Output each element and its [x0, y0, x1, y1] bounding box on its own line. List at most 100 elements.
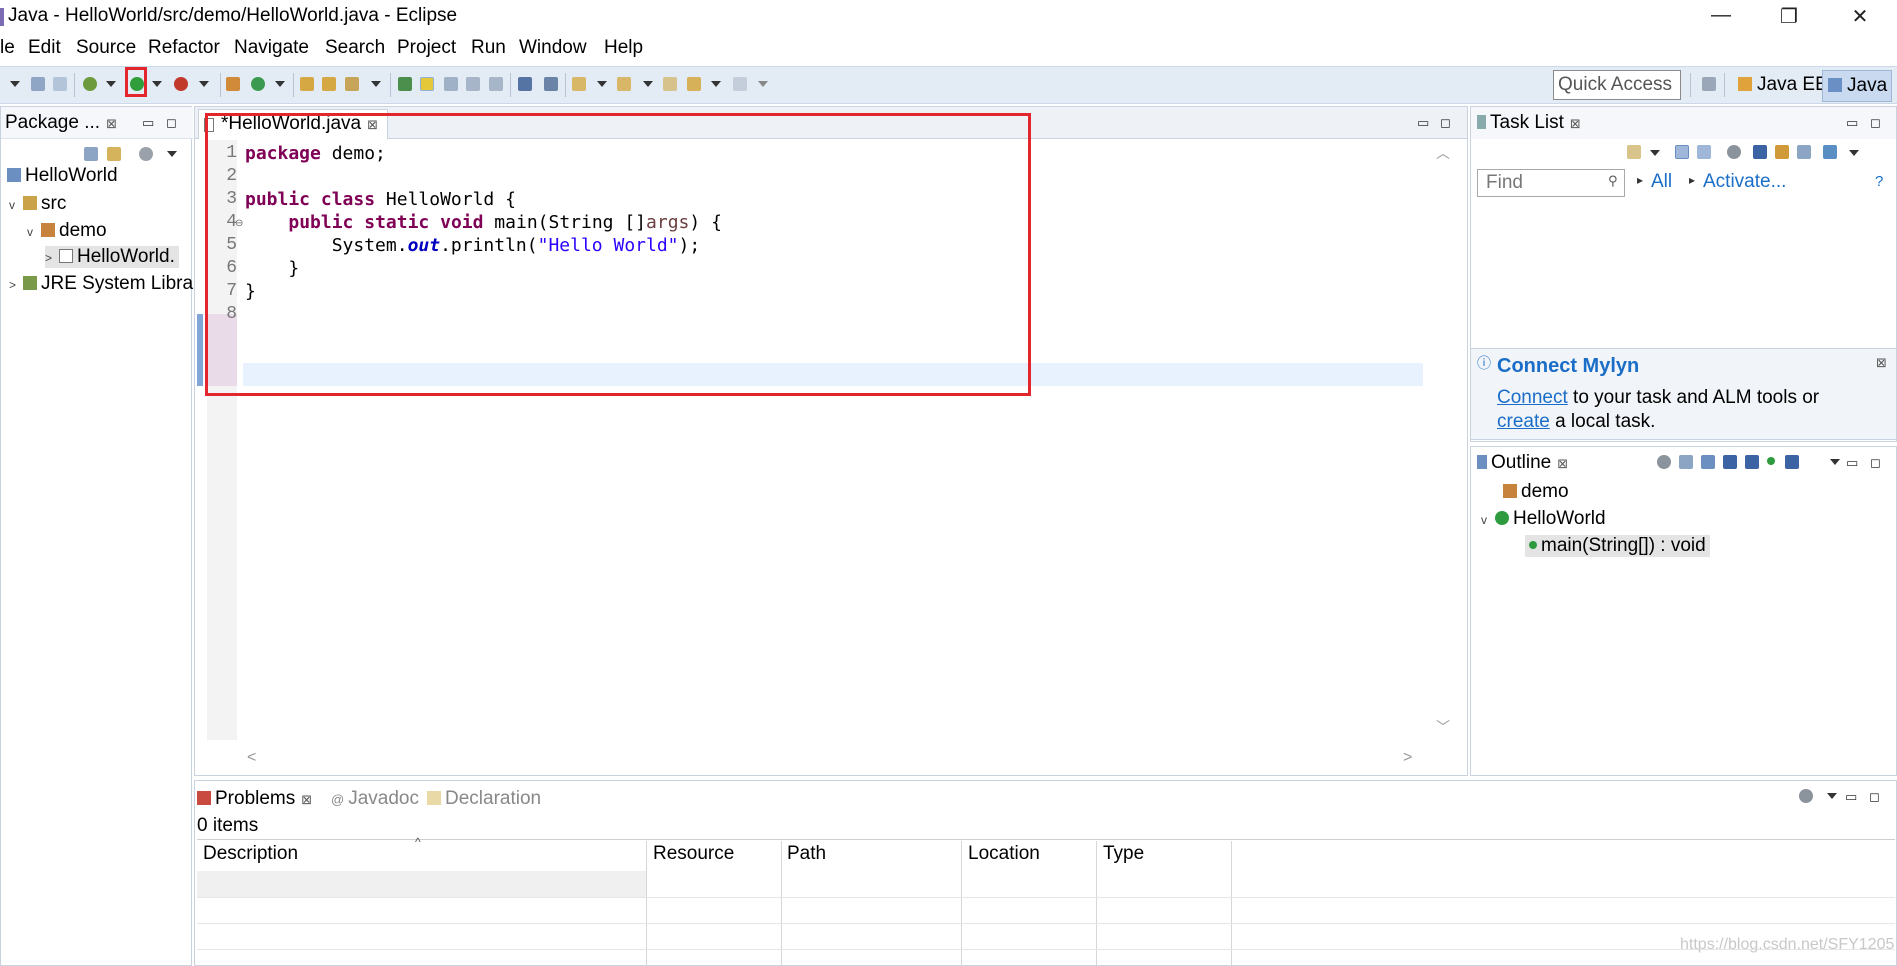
tree-item-package-demo[interactable]: v demo	[27, 220, 107, 242]
scroll-up-icon[interactable]: ︿	[1436, 143, 1450, 163]
minimize-view-icon[interactable]: ▭	[1846, 115, 1858, 131]
save-icon[interactable]	[31, 77, 45, 91]
column-divider[interactable]	[781, 841, 782, 966]
scroll-left-icon[interactable]: <	[247, 749, 256, 767]
create-link[interactable]: create	[1497, 411, 1550, 432]
tree-item-jre[interactable]: > JRE System Libra	[9, 273, 193, 295]
collapse-all-icon[interactable]	[84, 147, 98, 161]
forward-icon[interactable]	[733, 77, 747, 91]
close-button[interactable]: ✕	[1840, 4, 1880, 30]
all-tasks-link[interactable]: All	[1651, 171, 1672, 193]
next-annotation-icon[interactable]	[572, 77, 586, 91]
close-icon[interactable]: ⊠	[106, 116, 117, 131]
minimize-button[interactable]: —	[1701, 4, 1741, 30]
back-icon[interactable]	[687, 77, 701, 91]
tab-declaration[interactable]: Declaration	[427, 788, 541, 810]
new-dropdown-arrow-icon[interactable]	[10, 81, 20, 87]
highlighted-run-button[interactable]	[125, 67, 147, 97]
categorized-icon[interactable]	[1675, 145, 1689, 159]
sync-icon[interactable]	[1657, 455, 1671, 469]
column-divider[interactable]	[646, 841, 647, 966]
column-divider[interactable]	[961, 841, 962, 966]
debug-icon[interactable]	[83, 77, 97, 91]
view-menu-arrow-icon[interactable]	[1849, 150, 1859, 156]
minimize-view-icon[interactable]: ▭	[1417, 115, 1429, 131]
menu-run[interactable]: Run	[471, 37, 506, 59]
menu-project[interactable]: Project	[397, 37, 456, 59]
link-with-editor-icon[interactable]	[107, 147, 121, 161]
column-divider[interactable]	[1231, 841, 1232, 966]
hide-nonpublic-icon[interactable]	[1767, 457, 1775, 465]
hide-static-icon[interactable]	[1745, 455, 1759, 469]
toggle-mark-occurrences-icon[interactable]	[398, 77, 412, 91]
search-dropdown-arrow-icon[interactable]	[371, 81, 381, 87]
block-selection-icon[interactable]	[444, 77, 458, 91]
task-find-input[interactable]: Find	[1477, 169, 1625, 197]
view-menu-arrow-icon[interactable]	[1827, 793, 1837, 799]
run-dropdown-arrow-icon[interactable]	[152, 81, 162, 87]
perspective-java-ee[interactable]: Java EE	[1733, 70, 1832, 100]
external-tools-icon[interactable]	[174, 77, 188, 91]
new-task-arrow-icon[interactable]	[1650, 150, 1660, 156]
previous-annotation-icon[interactable]	[617, 77, 631, 91]
tree-item-src[interactable]: v src	[9, 193, 66, 215]
toggle-highlight-icon[interactable]	[420, 77, 434, 91]
scheduled-icon[interactable]	[1697, 145, 1711, 159]
tab-javadoc[interactable]: @ Javadoc	[331, 788, 419, 810]
outline-item-class[interactable]: v HelloWorld	[1481, 508, 1606, 530]
collapse-all-icon[interactable]	[1679, 455, 1693, 469]
pin-icon[interactable]	[544, 77, 558, 91]
next-annotation-dropdown-arrow-icon[interactable]	[597, 81, 607, 87]
maximize-view-icon[interactable]: ◻	[1440, 115, 1451, 131]
horizontal-scrollbar[interactable]: < >	[243, 747, 1423, 773]
column-divider[interactable]	[1096, 841, 1097, 966]
debug-dropdown-arrow-icon[interactable]	[106, 81, 116, 87]
menu-file[interactable]: le	[0, 37, 15, 59]
new-java-package-icon[interactable]	[226, 77, 240, 91]
maximize-view-icon[interactable]: ◻	[1870, 115, 1881, 131]
search-icon[interactable]	[345, 77, 359, 91]
sync-icon[interactable]	[1727, 145, 1741, 159]
tree-item-helloworld-java[interactable]: > HelloWorld.	[45, 246, 179, 268]
scroll-down-icon[interactable]: ﹀	[1436, 717, 1450, 737]
save-all-icon[interactable]	[53, 77, 67, 91]
menu-edit[interactable]: Edit	[28, 37, 61, 59]
previous-annotation-dropdown-arrow-icon[interactable]	[643, 81, 653, 87]
tab-task-list[interactable]: Task List ⊠	[1477, 112, 1581, 134]
menu-help[interactable]: Help	[604, 37, 643, 59]
open-type-icon[interactable]	[300, 77, 314, 91]
view-menu-arrow-icon[interactable]	[167, 151, 177, 157]
chevron-down-icon[interactable]: v	[27, 225, 41, 239]
chevron-right-icon[interactable]: >	[45, 251, 59, 265]
menu-navigate[interactable]: Navigate	[234, 37, 309, 59]
tab-problems[interactable]: Problems ⊠	[197, 788, 312, 810]
menu-search[interactable]: Search	[325, 37, 385, 59]
view-menu-arrow-icon[interactable]	[1830, 459, 1840, 465]
console-icon[interactable]	[518, 77, 532, 91]
tab-package-explorer[interactable]: Package ... ⊠	[5, 112, 117, 134]
column-type[interactable]: Type	[1103, 843, 1144, 865]
outline-item-package[interactable]: demo	[1503, 481, 1569, 503]
connect-link[interactable]: Connect	[1497, 387, 1568, 408]
hide-completed-icon[interactable]	[1775, 145, 1789, 159]
column-resource[interactable]: Resource	[653, 843, 734, 865]
forward-dropdown-arrow-icon[interactable]	[758, 81, 768, 87]
hide-fields-icon[interactable]	[1723, 455, 1737, 469]
open-task-icon[interactable]	[322, 77, 336, 91]
menu-refactor[interactable]: Refactor	[148, 37, 220, 59]
open-perspective-icon[interactable]	[1702, 77, 1716, 91]
scroll-right-icon[interactable]: >	[1403, 749, 1412, 767]
outline-item-method[interactable]: main(String[]) : void	[1525, 535, 1710, 557]
sort-icon[interactable]	[1701, 455, 1715, 469]
new-java-class-icon[interactable]	[251, 77, 265, 91]
word-wrap-icon[interactable]	[466, 77, 480, 91]
perspective-java[interactable]: Java	[1822, 70, 1892, 102]
maximize-view-icon[interactable]: ◻	[166, 115, 177, 131]
help-icon[interactable]: ?	[1875, 173, 1883, 190]
presentation-icon[interactable]	[1823, 145, 1837, 159]
view-menu-icon[interactable]	[1799, 789, 1813, 803]
new-task-icon[interactable]	[1627, 145, 1641, 159]
restore-button[interactable]: ❐	[1769, 4, 1809, 30]
show-whitespace-icon[interactable]	[489, 77, 503, 91]
column-description[interactable]: Description	[203, 843, 298, 865]
